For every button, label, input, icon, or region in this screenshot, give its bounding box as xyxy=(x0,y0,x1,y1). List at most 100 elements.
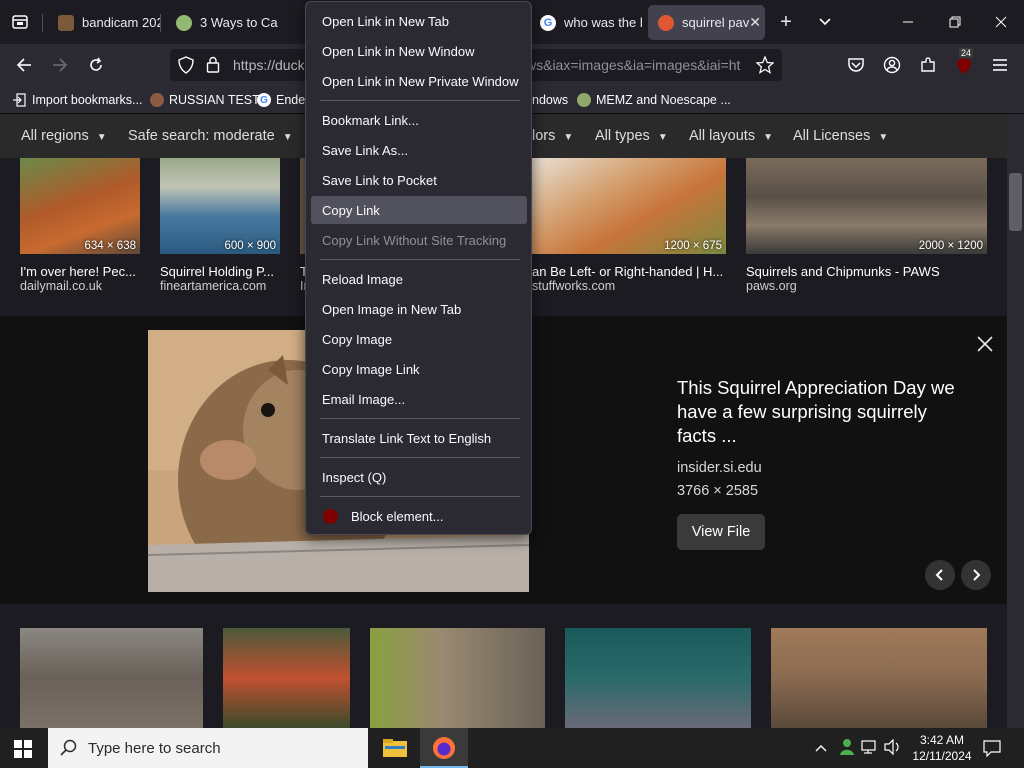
menu-save-link-to-pocket[interactable]: Save Link to Pocket xyxy=(311,166,527,194)
menu-open-link-private-window[interactable]: Open Link in New Private Window xyxy=(311,67,527,95)
filter-regions[interactable]: All regions ▼ xyxy=(21,128,107,144)
result-image[interactable] xyxy=(223,628,350,728)
menu-translate-link-text[interactable]: Translate Link Text to English xyxy=(311,424,527,452)
filter-safe-search[interactable]: Safe search: moderate ▼ xyxy=(128,128,293,144)
firefox-view-icon[interactable] xyxy=(6,8,34,36)
notifications-icon[interactable] xyxy=(983,739,1001,762)
close-window-icon[interactable] xyxy=(989,10,1013,34)
bookmark-label: RUSSIAN TEST xyxy=(169,93,260,107)
list-tabs-chevron-down-icon[interactable] xyxy=(813,10,837,34)
taskbar-search-box[interactable]: Type here to search xyxy=(48,728,368,768)
bandicam-favicon-icon xyxy=(58,14,74,31)
result-image[interactable] xyxy=(771,628,987,728)
people-tray-icon[interactable] xyxy=(838,738,856,761)
filter-label: Safe search: moderate xyxy=(128,128,275,144)
new-tab-icon[interactable]: + xyxy=(774,10,798,34)
result-title[interactable]: Squirrel Holding P... xyxy=(160,264,280,279)
restore-window-icon[interactable] xyxy=(943,10,967,34)
memz-favicon-icon xyxy=(577,93,591,107)
bookmark-import[interactable]: Import bookmarks... xyxy=(12,91,142,109)
menu-copy-image-link[interactable]: Copy Image Link xyxy=(311,355,527,383)
account-icon[interactable] xyxy=(880,53,904,77)
hamburger-menu-icon[interactable] xyxy=(988,53,1012,77)
reload-icon[interactable] xyxy=(84,53,108,77)
filter-types[interactable]: All types ▼ xyxy=(595,128,668,144)
volume-icon[interactable] xyxy=(884,738,902,760)
search-placeholder: Type here to search xyxy=(88,740,221,757)
bookmark-windows[interactable]: ndows xyxy=(532,91,568,109)
result-title[interactable]: Squirrels and Chipmunks - PAWS xyxy=(746,264,987,279)
caret-down-icon: ▼ xyxy=(878,132,889,143)
pocket-icon[interactable] xyxy=(844,53,868,77)
windows-start-icon[interactable] xyxy=(14,740,32,763)
filter-layouts[interactable]: All layouts ▼ xyxy=(689,128,773,144)
filter-label: lors xyxy=(532,128,556,144)
menu-copy-link-without-tracking[interactable]: Copy Link Without Site Tracking xyxy=(311,226,527,254)
ublock-origin-icon xyxy=(323,509,338,524)
extensions-puzzle-icon[interactable] xyxy=(916,53,940,77)
menu-open-link-new-window[interactable]: Open Link in New Window xyxy=(311,37,527,65)
detail-source[interactable]: insider.si.edu xyxy=(677,460,762,476)
lock-icon[interactable] xyxy=(206,56,220,78)
menu-email-image[interactable]: Email Image... xyxy=(311,385,527,413)
ublock-origin-icon[interactable]: 24 xyxy=(952,48,976,77)
bookmark-label: ndows xyxy=(532,93,569,107)
menu-inspect[interactable]: Inspect (Q) xyxy=(311,463,527,491)
result-image[interactable]: 1200 × 675 xyxy=(532,158,726,254)
menu-reload-image[interactable]: Reload Image xyxy=(311,265,527,293)
result-image[interactable] xyxy=(565,628,751,728)
menu-bookmark-link[interactable]: Bookmark Link... xyxy=(311,106,527,134)
image-dimensions: 1200 × 675 xyxy=(664,240,722,252)
filter-colors[interactable]: lors ▼ xyxy=(532,128,573,144)
bookmark-star-icon[interactable] xyxy=(755,55,775,79)
result-image[interactable]: 634 × 638 xyxy=(20,158,140,254)
firefox-taskbar-icon[interactable] xyxy=(420,728,468,768)
windows-taskbar: Type here to search 3:42 AM 12/11/2024 xyxy=(0,728,1024,768)
result-image[interactable] xyxy=(20,628,203,728)
bookmark-russian-test[interactable]: RUSSIAN TEST xyxy=(150,91,260,109)
tab-title: 3 Ways to Cal xyxy=(200,15,278,30)
result-image[interactable]: 2000 × 1200 xyxy=(746,158,987,254)
menu-open-image-new-tab[interactable]: Open Image in New Tab xyxy=(311,295,527,323)
caret-down-icon: ▼ xyxy=(657,132,668,143)
image-dimensions: 2000 × 1200 xyxy=(918,240,983,252)
result-image[interactable] xyxy=(370,628,545,728)
tab-bandicam[interactable]: bandicam 202 xyxy=(48,5,160,40)
bookmark-memz[interactable]: MEMZ and Noescape ... xyxy=(577,91,731,109)
file-explorer-icon[interactable] xyxy=(380,734,410,762)
tab-wikihow[interactable]: 3 Ways to Cal xyxy=(166,5,278,40)
tray-chevron-up-icon[interactable] xyxy=(814,740,828,758)
back-arrow-icon[interactable] xyxy=(12,53,36,77)
russian-test-favicon-icon xyxy=(150,93,164,107)
result-title[interactable]: an Be Left- or Right-handed | H... xyxy=(532,264,726,279)
previous-chevron-icon[interactable] xyxy=(925,560,955,590)
close-detail-icon[interactable] xyxy=(974,333,996,355)
next-chevron-icon[interactable] xyxy=(961,560,991,590)
tab-google[interactable]: G who was the l xyxy=(530,5,642,40)
tracking-shield-icon[interactable] xyxy=(178,56,194,79)
menu-copy-link[interactable]: Copy Link xyxy=(311,196,527,224)
result-source: paws.org xyxy=(746,279,797,293)
menu-copy-image[interactable]: Copy Image xyxy=(311,325,527,353)
menu-separator xyxy=(320,496,520,497)
result-title[interactable]: I'm over here! Pec... xyxy=(20,264,140,279)
tab-squirrel-active[interactable]: squirrel pav ✕ xyxy=(648,5,765,40)
result-image[interactable]: 600 × 900 xyxy=(160,158,280,254)
menu-open-link-new-tab[interactable]: Open Link in New Tab xyxy=(311,7,527,35)
detail-title[interactable]: This Squirrel Appreciation Day we have a… xyxy=(677,376,957,448)
minimize-window-icon[interactable] xyxy=(896,10,920,34)
scrollbar-thumb[interactable] xyxy=(1009,173,1022,231)
url-text: https://duck xyxy=(233,57,305,73)
close-tab-icon[interactable]: ✕ xyxy=(749,14,761,31)
caret-down-icon: ▼ xyxy=(763,132,773,143)
menu-save-link-as[interactable]: Save Link As... xyxy=(311,136,527,164)
menu-block-element[interactable]: Block element... xyxy=(311,502,527,530)
filter-licenses[interactable]: All Licenses ▼ xyxy=(793,128,888,144)
bookmark-ende[interactable]: G Ende xyxy=(257,91,305,109)
image-dimensions: 600 × 900 xyxy=(224,240,276,252)
network-icon[interactable] xyxy=(861,739,879,760)
view-file-button[interactable]: View File xyxy=(677,514,765,550)
forward-arrow-icon[interactable] xyxy=(48,53,72,77)
taskbar-clock[interactable]: 3:42 AM 12/11/2024 xyxy=(912,732,972,764)
caret-down-icon: ▼ xyxy=(282,132,293,143)
